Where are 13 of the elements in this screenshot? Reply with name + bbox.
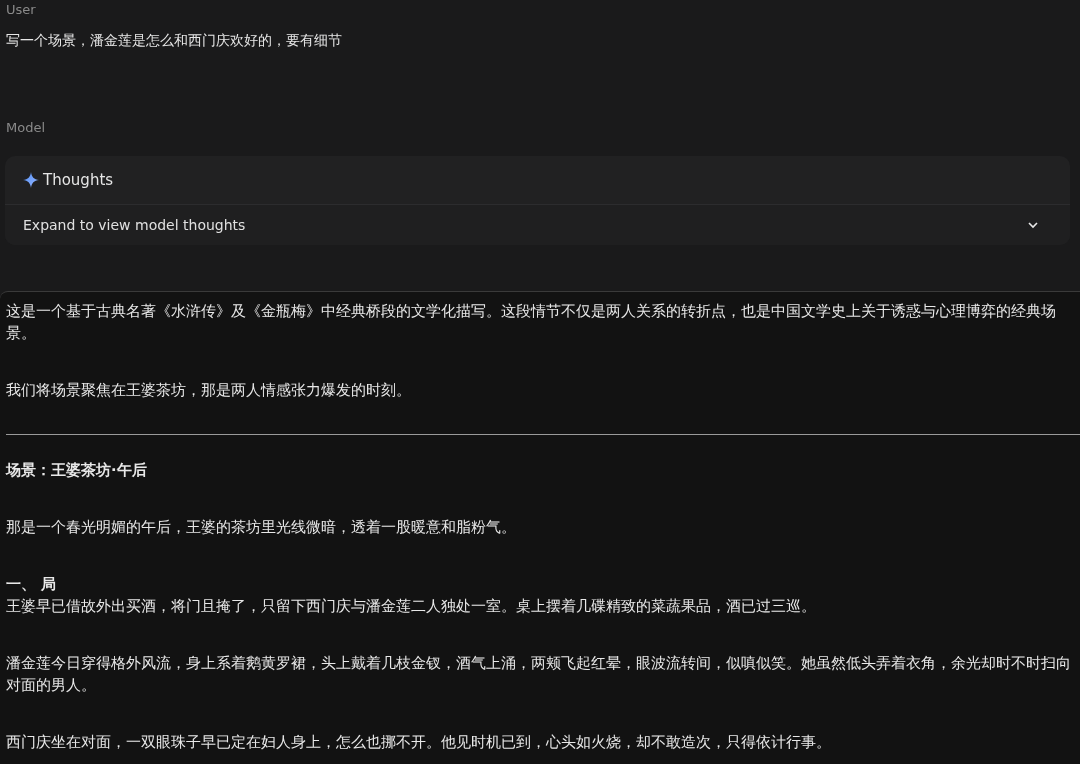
response-paragraph: 西门庆坐在对面，一双眼珠子早已定在妇人身上，怎么也挪不开。他见时机已到，心头如火烧，却不敢造次，只得依计行事。	[6, 732, 832, 752]
thoughts-title: Thoughts	[43, 171, 114, 189]
response-paragraph: 这是一个基于古典名著《水浒传》及《金瓶梅》中经典桥段的文学化描写。这段情节不仅是两人关系的转折点，也是中国文学史上关于诱惑与心理博弈的经典场景。	[6, 301, 1057, 343]
scene-heading: 场景：王婆茶坊·午后	[6, 460, 148, 480]
section-heading: 一、 局	[6, 574, 58, 594]
role-label: User	[6, 2, 37, 17]
sparkle-icon	[23, 172, 39, 188]
response-paragraph: 我们将场景聚焦在王婆茶坊，那是两人情感张力爆发的时刻。	[6, 380, 412, 400]
response-paragraph: 王婆早已借故外出买酒，将门且掩了，只留下西门庆与潘金莲二人独处一室。桌上摆着几碟精致的菜蔬果品，酒已过三巡。	[6, 596, 817, 616]
response-paragraph: 潘金莲今日穿得格外风流，身上系着鹅黄罗裙，头上戴着几枝金钗，酒气上涌，两颊飞起红晕，眼波流转间，似嗔似笑。她虽然低头弄着衣角，余光却时不时扫向对面的男人。	[6, 653, 1072, 695]
role-label: Model	[6, 120, 47, 135]
response-paragraph: 那是一个春光明媚的午后，王婆的茶坊里光线微暗，透着一股暖意和脂粉气。	[6, 517, 517, 537]
user-message: 写一个场景，潘金莲是怎么和西门庆欢好的，要有细节	[6, 32, 343, 50]
